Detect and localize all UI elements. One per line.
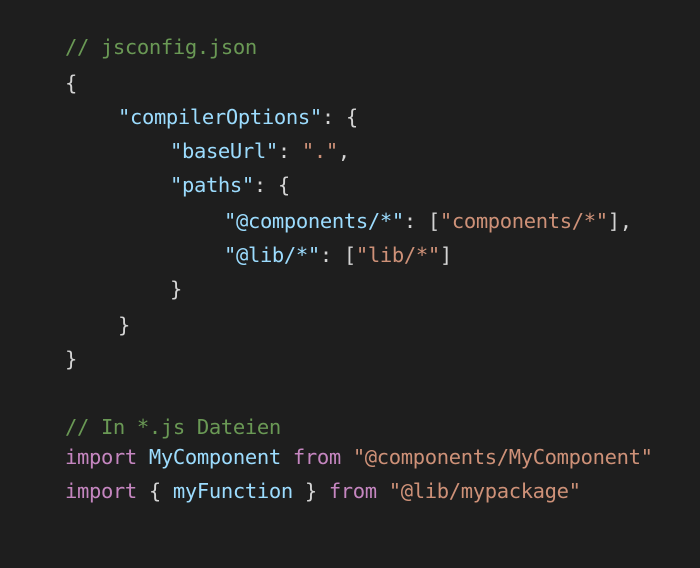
colon: : — [319, 243, 344, 267]
bracket-close: ] — [439, 243, 452, 267]
comma: , — [337, 139, 350, 163]
my-function-identifier: myFunction — [172, 479, 293, 503]
comment-jsconfig: // jsconfig.json — [64, 35, 257, 59]
close-brace: } — [64, 347, 77, 371]
code-line-9: } — [70, 286, 130, 364]
close-brace: } — [117, 313, 130, 337]
lib-alias-value: "lib/*" — [355, 243, 440, 267]
bracket-open: [ — [343, 243, 356, 267]
mypackage-path: "@lib/mypackage" — [388, 479, 581, 503]
code-line-7: "@lib/*": ["lib/*"] — [176, 216, 452, 294]
code-line-8: } — [122, 250, 182, 328]
bracket-close-comma: ], — [607, 209, 632, 233]
brace-open: { — [148, 479, 173, 503]
brace-close: } — [292, 479, 317, 503]
base-url-value: "." — [301, 139, 338, 163]
from-keyword: from — [328, 479, 377, 503]
import-keyword: import — [64, 479, 137, 503]
code-line-10: } — [17, 320, 77, 398]
close-brace: } — [169, 277, 182, 301]
components-alias-value: "components/*" — [439, 209, 608, 233]
code-line-2: { — [17, 44, 77, 122]
lib-alias-key: "@lib/*" — [223, 243, 320, 267]
code-editor: // jsconfig.json { "compilerOptions": { … — [0, 0, 700, 568]
code-line-14: import { myFunction } from "@lib/mypacka… — [17, 452, 581, 530]
